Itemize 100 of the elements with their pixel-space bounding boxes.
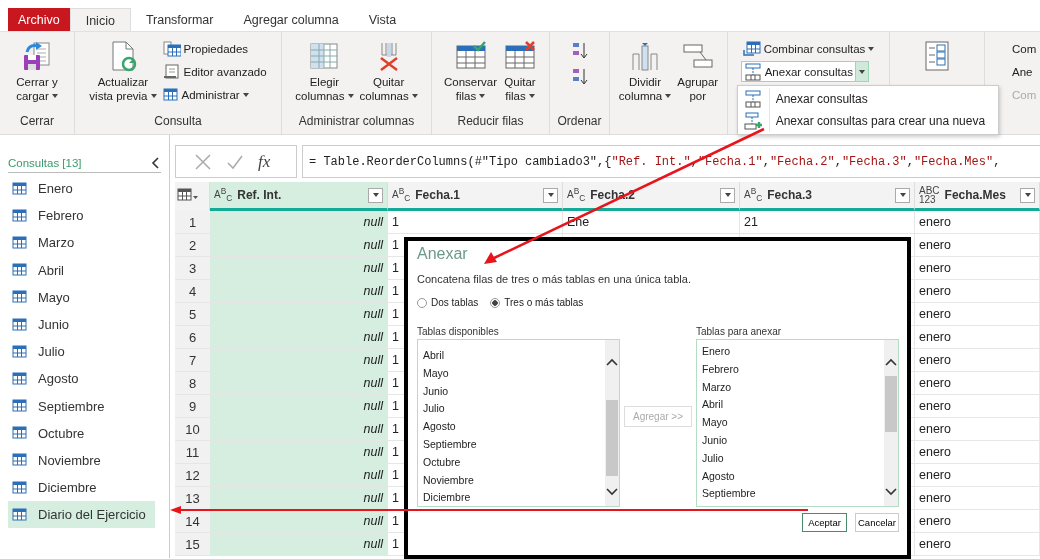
group-label: Reducir filas — [457, 114, 524, 128]
table-icon — [12, 426, 28, 441]
list-item[interactable]: Julio — [423, 400, 605, 419]
column-header[interactable]: A$^{B}$$_{C}$ Fecha.1 — [388, 182, 563, 211]
row-number: 2 — [175, 234, 210, 257]
table-cell: 1 — [392, 238, 399, 252]
query-item[interactable]: Noviembre — [8, 446, 155, 475]
filter-button[interactable] — [543, 187, 558, 203]
ribbon-button[interactable]: Conservar filas — [441, 37, 500, 114]
merge-icon — [742, 40, 761, 57]
ribbon-tab[interactable]: Inicio — [69, 8, 131, 31]
row-number: 12 — [175, 464, 210, 487]
table-cell: 1 — [392, 261, 399, 275]
ribbon-button[interactable]: Ane — [1010, 61, 1039, 82]
query-item[interactable]: Octubre — [8, 419, 155, 447]
caret-icon — [51, 94, 58, 98]
table-cell: null — [363, 330, 383, 344]
table-icon — [12, 480, 28, 495]
ribbon-button[interactable]: Editor avanzado — [160, 61, 269, 82]
ribbon-button[interactable]: Cerrar y cargar — [14, 37, 60, 114]
table-cell: 1 — [392, 468, 399, 482]
row-number: 10 — [175, 418, 210, 441]
list-item[interactable]: Abril — [702, 396, 884, 415]
ribbon-button[interactable]: Administrar — [160, 84, 269, 105]
ribbon-button[interactable]: Combinar consultas — [740, 38, 877, 59]
query-item[interactable]: Junio — [8, 310, 155, 339]
option-label: Tres o más tablas — [504, 297, 584, 308]
list-item[interactable]: Julio — [702, 449, 884, 468]
list-item[interactable]: Febrero — [702, 360, 884, 379]
ribbon-button[interactable]: Actualizar vista previa — [87, 37, 159, 114]
fx-button[interactable]: fx — [258, 151, 271, 172]
column-header[interactable]: A$^{B}$$_{C}$ Fecha.3 — [740, 182, 915, 211]
ok-button[interactable]: Aceptar — [802, 513, 847, 532]
table-cell: enero — [919, 330, 951, 344]
list-item[interactable]: Junio — [423, 382, 605, 401]
query-item[interactable]: Diciembre — [8, 474, 155, 502]
column-header[interactable]: A$^{B}$$_{C}$ Ref. Int. — [210, 182, 388, 211]
row-number: 6 — [175, 326, 210, 349]
list-item[interactable]: Mayo — [423, 364, 605, 383]
radio-button[interactable] — [417, 297, 427, 308]
query-item[interactable]: Abril — [8, 256, 155, 284]
filter-button[interactable] — [368, 187, 383, 203]
list-item[interactable]: Septiembre — [702, 485, 884, 504]
list-item[interactable]: Agosto — [423, 418, 605, 436]
query-item[interactable]: Enero — [8, 175, 155, 203]
ribbon-tab[interactable]: Agregar columna — [228, 8, 354, 31]
table-cell: enero — [919, 307, 951, 321]
scrollbar[interactable] — [605, 340, 619, 506]
ribbon-button[interactable]: Quitar filas — [501, 37, 540, 114]
query-item[interactable]: Diario del Ejercicio — [8, 501, 155, 529]
menu-item[interactable]: Anexar consultas — [737, 88, 998, 110]
list-item[interactable]: Agosto — [702, 467, 884, 486]
ribbon-button[interactable]: Agrupar por — [675, 37, 721, 114]
radio-button[interactable] — [490, 297, 501, 308]
table-cell: enero — [919, 445, 951, 459]
append-new-icon — [744, 112, 763, 130]
ribbon-button[interactable]: Anexar consultas — [740, 61, 855, 82]
query-item[interactable]: Agosto — [8, 365, 155, 393]
row-number: 4 — [175, 280, 210, 303]
scrollbar[interactable] — [884, 340, 898, 506]
table-icon — [308, 40, 341, 72]
ribbon-button[interactable]: Elegir columnas — [293, 37, 356, 114]
table-cell: 21 — [744, 215, 758, 229]
query-item[interactable]: Marzo — [8, 229, 155, 257]
table-cell: enero — [919, 422, 951, 436]
sort-button[interactable] — [570, 41, 589, 61]
query-item[interactable]: Julio — [8, 338, 155, 366]
ribbon-tab[interactable]: Vista — [353, 8, 412, 31]
list-item[interactable]: Abril — [423, 347, 605, 365]
file-tab[interactable]: Archivo — [8, 8, 70, 31]
ribbon-button[interactable]: Com — [1010, 38, 1039, 59]
caret-icon — [665, 94, 672, 98]
chevron-up-icon — [606, 358, 618, 366]
list-item[interactable]: Mayo — [702, 414, 884, 432]
filter-button[interactable] — [1020, 187, 1035, 203]
ribbon-button[interactable]: Quitar columnas — [357, 37, 420, 114]
list-item[interactable]: Octubre — [423, 453, 605, 472]
sort-button[interactable] — [570, 67, 589, 87]
caret-icon — [528, 94, 535, 98]
list-item[interactable]: Enero — [702, 343, 884, 361]
ribbon-button[interactable]: Dividir columna — [616, 37, 674, 114]
table-cell: null — [363, 445, 383, 459]
table-cell: 1 — [392, 376, 399, 390]
query-item[interactable]: Febrero — [8, 202, 155, 230]
query-item[interactable]: Mayo — [8, 283, 155, 311]
cancel-button[interactable]: Cancelar — [855, 513, 899, 532]
list-item[interactable]: Junio — [702, 432, 884, 450]
ribbon-tab[interactable]: Transformar — [130, 8, 229, 31]
group-label: Administrar columnas — [298, 114, 415, 128]
table-cell: null — [363, 238, 383, 252]
list-item[interactable]: Septiembre — [423, 436, 605, 454]
filter-button[interactable] — [720, 187, 735, 203]
list-item[interactable]: Marzo — [702, 378, 884, 397]
ribbon-button[interactable]: Propiedades — [160, 38, 269, 59]
table-icon — [12, 290, 28, 305]
query-item[interactable]: Septiembre — [8, 392, 155, 420]
menu-item[interactable]: Anexar consultas para crear una nueva — [737, 110, 998, 132]
filter-button[interactable] — [895, 187, 910, 203]
list-item[interactable]: Noviembre — [423, 471, 605, 490]
list-item[interactable]: Diciembre — [423, 489, 605, 506]
